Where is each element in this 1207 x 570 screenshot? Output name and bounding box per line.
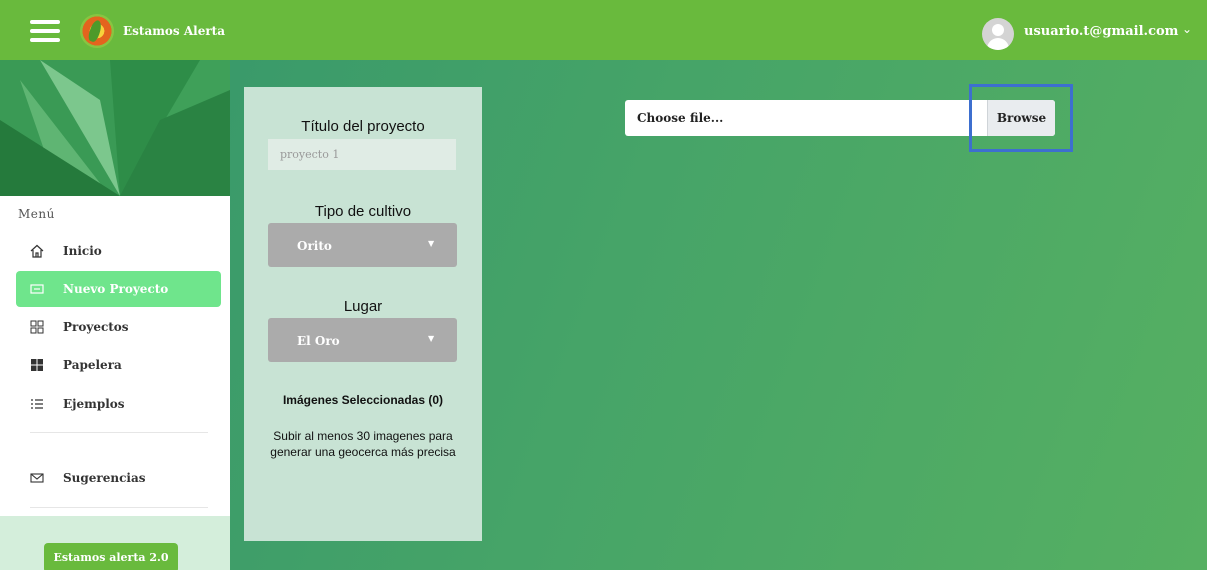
chevron-down-icon[interactable]: ⌄ xyxy=(1182,22,1192,36)
sidebar-item-proyectos[interactable]: Proyectos xyxy=(16,309,221,345)
menu-label: Menú xyxy=(18,207,55,221)
upload-help-text: Subir al menos 30 imagenes para generar … xyxy=(270,429,456,459)
sidebar-item-papelera[interactable]: Papelera xyxy=(16,347,221,383)
sidebar-item-nuevo-proyecto[interactable]: Nuevo Proyecto xyxy=(16,271,221,307)
caret-down-icon: ▼ xyxy=(428,239,435,248)
sidebar-item-label: Nuevo Proyecto xyxy=(63,282,169,296)
caret-down-icon: ▼ xyxy=(428,334,435,343)
avatar[interactable] xyxy=(982,18,1014,50)
project-title-label: Título del proyecto xyxy=(301,118,425,135)
sidebar-item-label: Papelera xyxy=(63,358,122,372)
sidebar-item-label: Ejemplos xyxy=(63,397,125,411)
sidebar-item-label: Sugerencias xyxy=(63,471,146,485)
home-icon xyxy=(30,244,44,258)
selected-images-heading: Imágenes Seleccionadas (0) xyxy=(282,393,444,407)
sidebar-item-label: Inicio xyxy=(63,244,102,258)
crop-type-select[interactable]: Orito ▼ xyxy=(268,223,457,267)
place-select[interactable]: El Oro ▼ xyxy=(268,318,457,362)
top-bar: Estamos Alerta usuario.t@gmail.com ⌄ xyxy=(0,0,1207,60)
sidebar-divider xyxy=(30,507,208,508)
app-title: Estamos Alerta xyxy=(123,24,225,38)
file-input[interactable]: Choose file... xyxy=(625,100,970,136)
grid-outline-icon xyxy=(30,320,44,334)
new-project-icon xyxy=(30,282,44,296)
list-icon xyxy=(30,397,44,411)
menu-toggle-icon[interactable] xyxy=(30,20,60,42)
app-logo xyxy=(80,14,114,48)
version-button[interactable]: Estamos alerta 2.0 xyxy=(44,543,178,570)
crop-type-value: Orito xyxy=(297,239,332,253)
sidebar-footer: Estamos alerta 2.0 xyxy=(0,516,230,570)
user-email[interactable]: usuario.t@gmail.com xyxy=(1024,24,1178,39)
project-title-input[interactable] xyxy=(268,139,456,170)
sidebar-divider xyxy=(30,432,208,433)
sidebar-item-label: Proyectos xyxy=(63,320,129,334)
sidebar-item-ejemplos[interactable]: Ejemplos xyxy=(16,386,221,422)
sidebar-banner xyxy=(0,60,230,196)
mail-icon xyxy=(30,471,44,485)
browse-button[interactable]: Browse xyxy=(987,100,1055,136)
sidebar-item-sugerencias[interactable]: Sugerencias xyxy=(16,460,221,496)
grid-filled-icon xyxy=(30,358,44,372)
place-value: El Oro xyxy=(297,334,340,348)
place-label: Lugar xyxy=(343,298,383,315)
crop-type-label: Tipo de cultivo xyxy=(314,203,412,220)
sidebar-item-inicio[interactable]: Inicio xyxy=(16,233,221,269)
sidebar: Menú Inicio Nuevo Proyecto Proyectos Pap… xyxy=(0,60,230,570)
